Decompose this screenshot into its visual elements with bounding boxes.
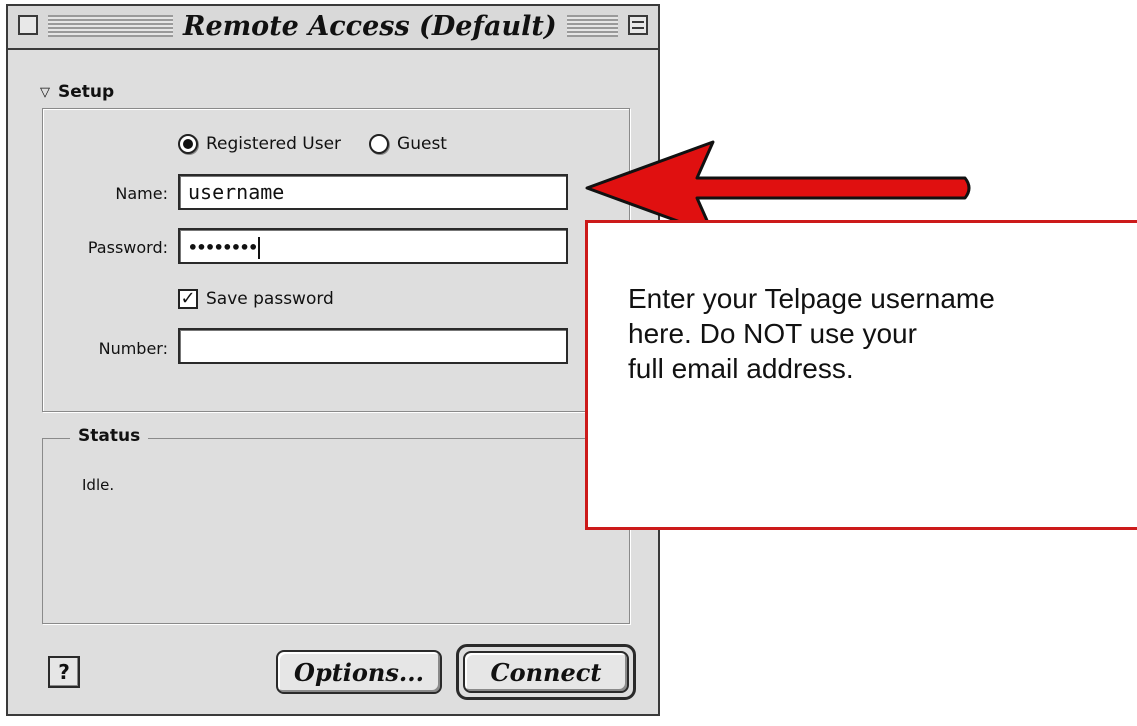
question-mark-icon: ?	[58, 660, 70, 684]
password-field-value: ••••••••	[188, 238, 258, 257]
radio-guest-label[interactable]: Guest	[397, 134, 447, 154]
text-caret	[258, 236, 261, 259]
status-text: Idle.	[82, 476, 115, 494]
name-field-value: username	[188, 180, 285, 204]
name-label: Name:	[115, 184, 168, 203]
radio-registered-user-label[interactable]: Registered User	[206, 134, 341, 154]
setup-label: Setup	[58, 82, 115, 102]
remote-access-window: Remote Access (Default) ▽ Setup Register…	[6, 4, 660, 716]
save-password-label[interactable]: Save password	[206, 289, 334, 309]
close-box-icon[interactable]	[18, 15, 38, 35]
setup-disclosure[interactable]: ▽ Setup	[40, 82, 114, 102]
callout-text: Enter your Telpage username here. Do NOT…	[628, 283, 995, 384]
radio-unselected-icon[interactable]	[369, 134, 390, 154]
radio-registered-user[interactable]: Registered User	[178, 134, 341, 154]
status-group-box	[42, 438, 630, 624]
name-field[interactable]: username	[178, 174, 568, 210]
user-type-radio-group: Registered User Guest	[178, 134, 447, 154]
number-label: Number:	[98, 339, 168, 358]
status-label: Status	[70, 426, 149, 446]
password-label: Password:	[87, 238, 168, 257]
connect-button[interactable]: Connect	[463, 651, 629, 693]
radio-guest[interactable]: Guest	[369, 134, 447, 154]
zoom-box-icon[interactable]	[628, 15, 648, 35]
help-button[interactable]: ?	[48, 656, 80, 688]
save-password-checkbox-row[interactable]: ✓ Save password	[178, 289, 334, 309]
save-password-checkbox[interactable]: ✓	[178, 289, 198, 309]
disclosure-triangle-icon[interactable]: ▽	[40, 86, 50, 99]
annotation-callout-box: Enter your Telpage username here. Do NOT…	[585, 220, 1137, 530]
options-button[interactable]: Options...	[276, 650, 442, 694]
number-field[interactable]	[178, 328, 568, 364]
radio-selected-icon[interactable]	[178, 134, 198, 154]
window-title: Remote Access (Default)	[173, 10, 567, 44]
password-field[interactable]: ••••••••	[178, 228, 568, 264]
title-bar[interactable]: Remote Access (Default)	[8, 6, 658, 50]
